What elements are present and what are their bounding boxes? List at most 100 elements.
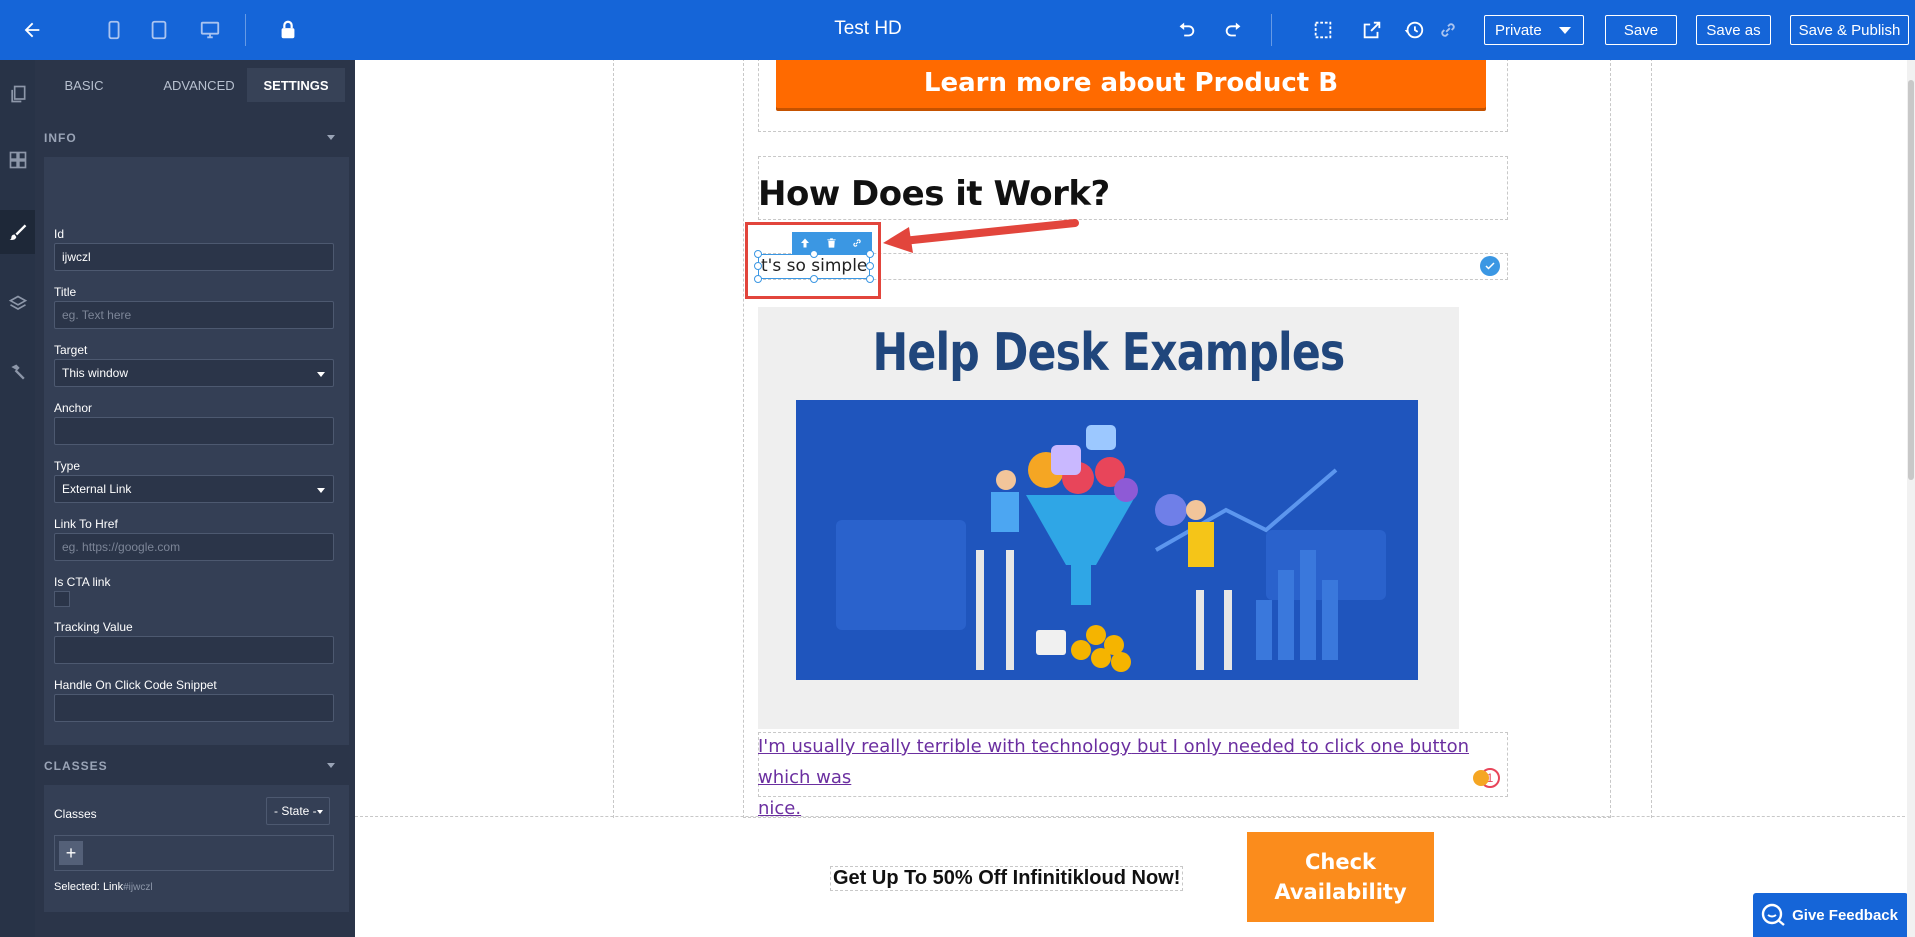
page-title: Test HD: [834, 18, 902, 39]
save-button[interactable]: Save: [1605, 15, 1677, 45]
image-block[interactable]: Help Desk Examples: [758, 307, 1459, 729]
classes-section: CLASSES Classes - State - + Selected: Li…: [44, 745, 349, 912]
classes-section-header[interactable]: CLASSES: [44, 745, 349, 785]
info-section-title: INFO: [44, 131, 77, 145]
feedback-chat-icon: [1761, 903, 1785, 926]
classes-section-title: CLASSES: [44, 759, 108, 773]
check-availability-button[interactable]: Check Availability: [1247, 832, 1434, 922]
chevron-down-icon: [317, 372, 325, 377]
classes-label: Classes: [54, 807, 97, 821]
scrollbar-thumb[interactable]: [1908, 80, 1914, 480]
chevron-down-icon: [327, 135, 335, 140]
element-toolbar: [792, 232, 872, 254]
resize-handle[interactable]: [866, 275, 874, 283]
testimonial-text-part: I'm usually really terrible with: [758, 736, 1032, 757]
settings-panel: BASIC ADVANCED SETTINGS INFO Id ijwczl T…: [35, 60, 355, 937]
save-as-button[interactable]: Save as: [1696, 15, 1771, 45]
tracking-field[interactable]: [54, 636, 334, 664]
column-guide: [1651, 60, 1652, 818]
add-class-button[interactable]: +: [59, 841, 83, 865]
chevron-down-icon: [1559, 27, 1571, 34]
selected-id: #ijwczl: [123, 882, 153, 893]
canvas-scrollbar[interactable]: [1907, 60, 1915, 937]
visibility-select[interactable]: Private: [1484, 15, 1584, 45]
tracking-label: Tracking Value: [54, 620, 133, 634]
state-select[interactable]: - State -: [266, 797, 330, 825]
lock-icon[interactable]: [273, 15, 303, 45]
cta-link-checkbox[interactable]: [54, 591, 70, 607]
toolbar-divider: [1271, 14, 1272, 46]
selected-info: Selected: Link#ijwczl: [54, 881, 153, 893]
info-section: INFO Id ijwczl Title eg. Text here Targe…: [44, 117, 349, 745]
check-badge-icon[interactable]: [1480, 256, 1500, 276]
title-field[interactable]: eg. Text here: [54, 301, 334, 329]
title-label: Title: [54, 285, 77, 299]
blocks-grid-icon[interactable]: [0, 138, 35, 182]
image-title: Help Desk Examples: [872, 323, 1345, 383]
top-toolbar: Test HD Private Save Save as Save & Publ…: [0, 0, 1915, 60]
column-guide: [613, 60, 614, 818]
settings-hammer-icon[interactable]: [0, 350, 35, 394]
id-label: Id: [54, 227, 65, 241]
cta-heading: Get Up To 50% Off Infinitikloud Now!: [830, 866, 1184, 891]
back-arrow-icon[interactable]: [17, 15, 47, 45]
mobile-view-icon[interactable]: [99, 15, 129, 45]
resize-handle[interactable]: [866, 262, 874, 270]
target-value: This window: [62, 366, 129, 380]
resize-handle[interactable]: [810, 250, 818, 258]
chevron-down-icon: [327, 763, 335, 768]
style-brush-icon[interactable]: [0, 210, 35, 254]
resize-handle[interactable]: [754, 250, 762, 258]
testimonial-highlight: technology: [1031, 736, 1132, 757]
save-publish-button[interactable]: Save & Publish: [1790, 15, 1909, 45]
anchor-label: Anchor: [54, 401, 93, 415]
layers-icon[interactable]: [0, 282, 35, 326]
icon-rail: [0, 60, 35, 937]
handler-field[interactable]: [54, 694, 334, 722]
preview-external-icon[interactable]: [1357, 15, 1387, 45]
type-value: External Link: [62, 482, 132, 496]
funnel-illustration: [796, 400, 1418, 680]
resize-handle[interactable]: [810, 275, 818, 283]
href-field[interactable]: eg. https://google.com: [54, 533, 334, 561]
redo-icon[interactable]: [1219, 15, 1249, 45]
select-element-icon[interactable]: [1308, 15, 1338, 45]
panel-tabs: BASIC ADVANCED SETTINGS: [35, 68, 355, 104]
tab-settings[interactable]: SETTINGS: [247, 68, 345, 102]
selected-prefix: Selected:: [54, 881, 100, 893]
cta-link-label: Is CTA link: [54, 575, 111, 589]
pages-icon[interactable]: [0, 72, 35, 116]
chevron-down-icon: [317, 488, 325, 493]
grammar-indicator-icon: [1473, 770, 1489, 786]
resize-handle[interactable]: [866, 250, 874, 258]
visibility-value: Private: [1495, 21, 1542, 39]
selected-type: Link: [102, 881, 124, 893]
type-select[interactable]: External Link: [54, 475, 334, 503]
desktop-view-icon[interactable]: [195, 15, 225, 45]
learn-more-button[interactable]: Learn more about Product B: [776, 60, 1486, 108]
href-label: Link To Href: [54, 517, 118, 531]
link-icon[interactable]: [1433, 15, 1463, 45]
id-field[interactable]: ijwczl: [54, 243, 334, 271]
give-feedback-label: Give Feedback: [1792, 906, 1898, 924]
give-feedback-button[interactable]: Give Feedback: [1753, 893, 1908, 937]
info-section-header[interactable]: INFO: [44, 117, 349, 157]
tablet-view-icon[interactable]: [144, 15, 174, 45]
resize-handle[interactable]: [754, 262, 762, 270]
undo-icon[interactable]: [1171, 15, 1201, 45]
anchor-field[interactable]: [54, 417, 334, 445]
resize-handle[interactable]: [754, 275, 762, 283]
editor-canvas: Learn more about Product B How Does it W…: [355, 60, 1915, 937]
type-label: Type: [54, 459, 81, 473]
state-value: - State -: [274, 804, 317, 818]
testimonial-link[interactable]: I'm usually really terrible with technol…: [758, 731, 1508, 824]
classes-tag-box[interactable]: +: [54, 835, 334, 871]
tab-advanced[interactable]: ADVANCED: [145, 68, 253, 102]
target-label: Target: [54, 343, 88, 357]
chevron-down-icon: [317, 810, 323, 814]
delete-icon[interactable]: [818, 232, 844, 254]
target-select[interactable]: This window: [54, 359, 334, 387]
tab-basic[interactable]: BASIC: [45, 68, 123, 102]
handler-label: Handle On Click Code Snippet: [54, 678, 217, 692]
history-icon[interactable]: [1399, 15, 1429, 45]
